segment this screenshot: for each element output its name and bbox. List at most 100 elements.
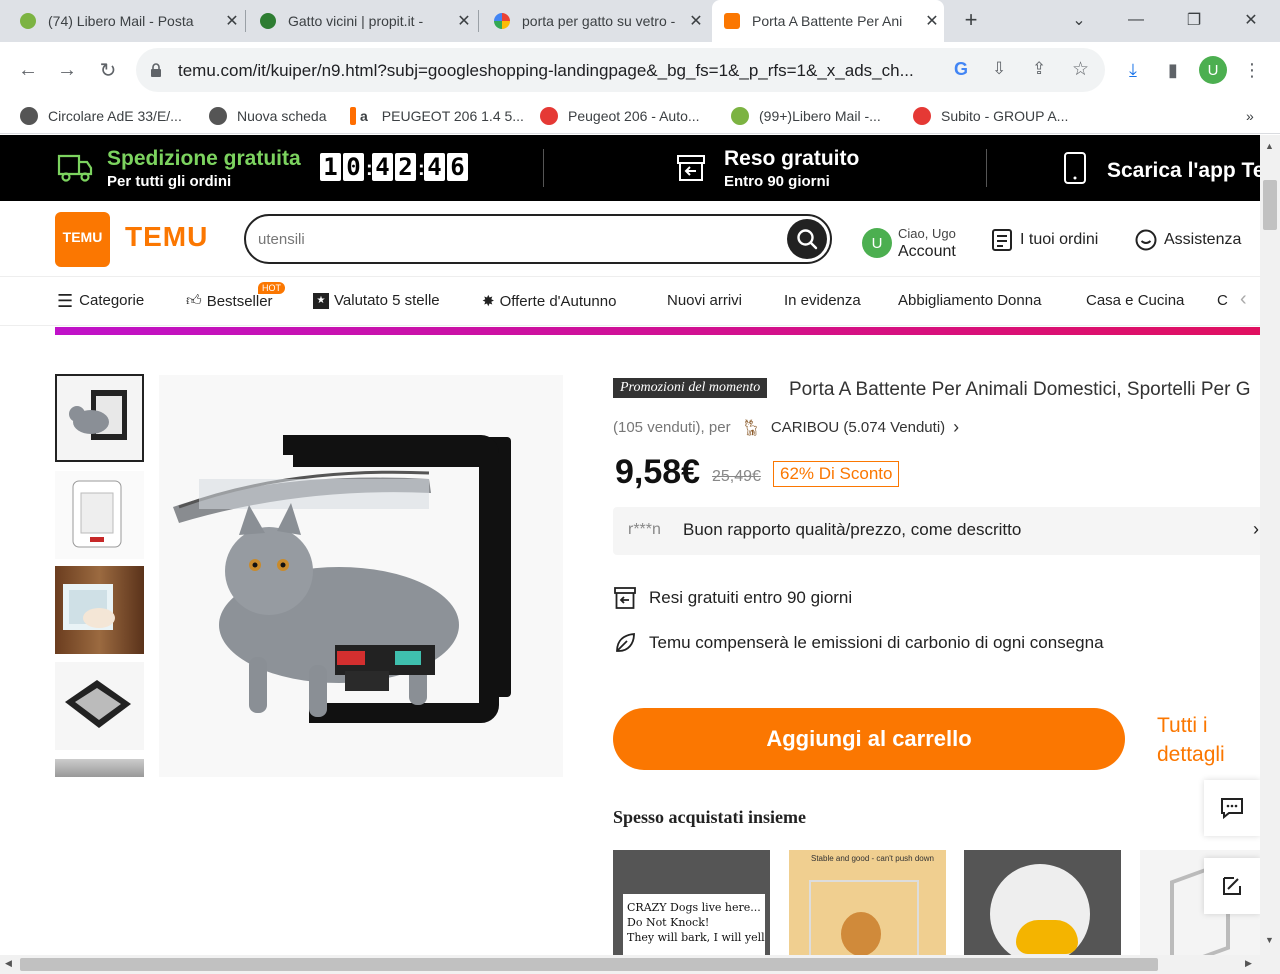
nav-item-truncated[interactable]: C [1217, 292, 1228, 309]
product-thumbnail-4[interactable] [55, 662, 144, 750]
bookmark-item[interactable]: Peugeot 206 - Auto... [540, 104, 700, 128]
google-lens-icon[interactable]: G [954, 59, 968, 80]
discount-badge: 62% Di Sconto [773, 461, 900, 487]
tab-temu-active[interactable]: Porta A Battente Per Ani ✕ [712, 0, 944, 42]
bookmark-item[interactable]: Nuova scheda [209, 104, 327, 128]
share-icon[interactable]: ⇪ [1032, 59, 1046, 79]
globe-icon [209, 107, 227, 125]
bought-together-item-1[interactable]: CRAZY Dogs live here... Do Not Knock! Th… [613, 850, 770, 955]
close-icon[interactable]: ✕ [452, 11, 476, 31]
categories-label: Categorie [79, 292, 145, 309]
product-thumbnail-3[interactable] [55, 566, 144, 654]
reload-button[interactable]: ↻ [94, 56, 122, 84]
close-icon[interactable]: ✕ [920, 11, 944, 31]
address-bar[interactable]: temu.com/it/kuiper/n9.html?subj=googlesh… [136, 48, 1105, 92]
bought-together-item-2[interactable]: Stable and good - can't push down [789, 850, 946, 955]
new-tab-button[interactable]: + [957, 7, 985, 32]
scroll-left-arrow-icon[interactable]: ◀ [5, 958, 12, 969]
product-thumbnail-1[interactable] [55, 374, 144, 462]
scroll-right-arrow-icon[interactable]: ▶ [1245, 958, 1252, 969]
bought-together-item-3[interactable] [964, 850, 1121, 955]
browser-toolbar: ← → ↻ temu.com/it/kuiper/n9.html?subj=go… [0, 42, 1280, 98]
bookmark-label: Peugeot 206 - Auto... [568, 108, 700, 124]
all-details-link[interactable]: Tutti i dettagli [1157, 711, 1247, 769]
vertical-scrollbar[interactable]: ▲ ▼ [1260, 135, 1280, 955]
nav-item-label: Abbigliamento Donna [898, 292, 1042, 309]
sold-line: (105 venduti), per 🦌︎ CARIBOU (5.074 Ven… [613, 417, 959, 438]
orders-link[interactable]: I tuoi ordini [991, 228, 1098, 252]
seller-link[interactable]: CARIBOU (5.074 Venduti) [771, 419, 945, 436]
avatar: U [862, 228, 892, 258]
chevron-left-icon[interactable]: ‹ [1240, 288, 1247, 311]
tab-propit[interactable]: Gatto vicini | propit.it - ✕ [248, 0, 476, 42]
tab-libero-mail[interactable]: (74) Libero Mail - Posta ✕ [8, 0, 244, 42]
support-link[interactable]: Assistenza [1134, 228, 1241, 252]
categories-menu[interactable]: ☰ Categorie [57, 290, 145, 311]
bookmark-item[interactable]: Subito - GROUP A... [913, 104, 1068, 128]
profile-avatar[interactable]: U [1199, 56, 1227, 84]
libero-favicon-icon [20, 13, 36, 29]
search-input[interactable] [258, 226, 758, 252]
add-to-cart-button[interactable]: Aggiungi al carrello [613, 708, 1125, 770]
hot-badge: HOT [258, 282, 285, 294]
review-text: Buon rapporto qualità/prezzo, come descr… [683, 520, 1022, 539]
nav-item-women-clothing[interactable]: Abbigliamento Donna [898, 292, 1041, 309]
scrollbar-thumb[interactable] [20, 958, 1158, 971]
product-thumbnail-5[interactable] [55, 759, 144, 777]
close-icon[interactable]: ✕ [220, 11, 244, 31]
nav-item-bestseller[interactable]: 👍︎ Bestseller HOT [186, 282, 285, 310]
chevron-right-icon[interactable]: › [953, 417, 959, 438]
nav-item-new-arrivals[interactable]: Nuovi arrivi [667, 292, 742, 309]
sign-line: They will bark, I will yell. [627, 931, 765, 944]
back-button[interactable]: ← [14, 56, 42, 84]
scroll-up-arrow-icon[interactable]: ▲ [1265, 141, 1274, 151]
nav-item-label: Offerte d'Autunno [499, 292, 617, 310]
nav-item-label: Bestseller [206, 292, 273, 310]
sign-line: CRAZY Dogs live here... [627, 901, 761, 914]
lock-icon [151, 63, 161, 77]
side-panel-icon[interactable]: ▮ [1159, 56, 1187, 84]
chevron-right-icon[interactable]: › [1253, 519, 1259, 540]
product-thumbnail-2[interactable] [55, 471, 144, 559]
temu-logo-wordmark[interactable]: TEMU [125, 221, 208, 253]
product-image-caption: Stable and good - can't push down [811, 854, 934, 863]
download-app-link[interactable]: Scarica l'app Te [1107, 159, 1260, 183]
scrollbar-thumb[interactable] [1263, 180, 1277, 230]
nav-item-home-kitchen[interactable]: Casa e Cucina [1086, 292, 1184, 309]
tab-search-chevron-icon[interactable]: ⌄ [1065, 8, 1093, 32]
review-snippet[interactable]: r***n Buon rapporto qualità/prezzo, come… [613, 507, 1260, 555]
thumbnail-partial-image [55, 759, 144, 777]
search-icon [797, 229, 818, 250]
more-bookmarks-button[interactable]: » [1246, 104, 1254, 128]
chat-support-button[interactable] [1204, 780, 1260, 836]
nav-item-autumn-deals[interactable]: ✸ Offerte d'Autunno [482, 292, 617, 311]
product-main-image[interactable] [159, 375, 563, 777]
hamburger-icon: ☰ [57, 290, 74, 311]
bookmark-item[interactable]: Circolare AdE 33/E/... [20, 104, 182, 128]
horizontal-scrollbar[interactable]: ◀ ▶ [0, 955, 1280, 974]
temu-logo-icon[interactable]: TEMU [55, 212, 110, 267]
chrome-menu-icon[interactable]: ⋮ [1238, 56, 1266, 84]
account-menu[interactable]: U Ciao, Ugo Account [862, 225, 956, 261]
restore-button[interactable]: ❐ [1180, 8, 1208, 32]
bookmark-label: Circolare AdE 33/E/... [48, 108, 182, 124]
bookmark-item[interactable]: (99+)Libero Mail -... [731, 104, 881, 128]
minimize-button[interactable]: — [1122, 8, 1150, 32]
install-app-icon[interactable]: ⇩ [992, 59, 1006, 79]
close-window-button[interactable]: ✕ [1237, 8, 1265, 32]
cat-flap-photo [159, 375, 563, 777]
forward-button[interactable]: → [53, 56, 81, 84]
close-icon[interactable]: ✕ [684, 11, 708, 31]
feedback-button[interactable] [1204, 858, 1260, 914]
bookmark-item[interactable]: a PEUGEOT 206 1.4 5... [350, 104, 524, 128]
bookmark-star-icon[interactable]: ☆ [1072, 58, 1089, 81]
tab-google-search[interactable]: porta per gatto su vetro - ✕ [482, 0, 708, 42]
nav-item-featured[interactable]: In evidenza [784, 292, 861, 309]
scroll-down-arrow-icon[interactable]: ▼ [1265, 935, 1274, 945]
nav-item-5-stars[interactable]: ★ Valutato 5 stelle [313, 292, 440, 309]
search-button[interactable] [787, 219, 827, 259]
chat-bubble-icon [1221, 798, 1243, 820]
free-returns-title: Reso gratuito [724, 147, 860, 170]
site-header: TEMU TEMU U Ciao, Ugo Account I tuoi [0, 201, 1260, 277]
downloads-icon[interactable]: ⤓ [1119, 56, 1147, 84]
